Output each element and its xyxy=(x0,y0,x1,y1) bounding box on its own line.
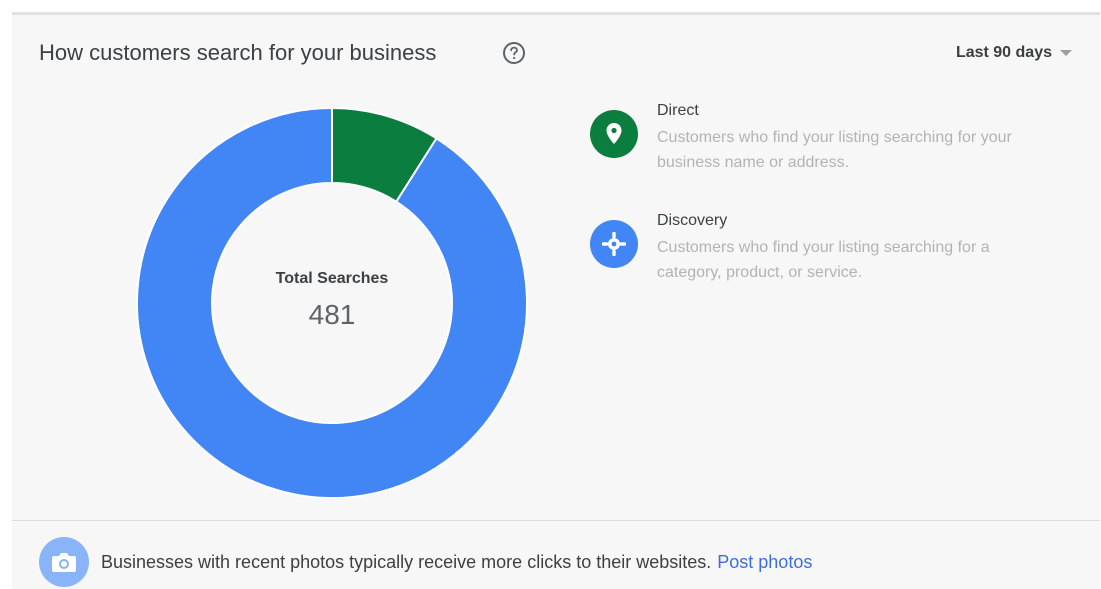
legend-discovery-description: Customers who find your listing searchin… xyxy=(657,239,990,281)
date-range-label: Last 90 days xyxy=(955,44,1052,61)
camera-icon[interactable] xyxy=(39,537,89,587)
legend-direct-name: Direct xyxy=(657,102,699,119)
help-circle-icon[interactable] xyxy=(502,41,526,65)
compass-icon xyxy=(590,220,638,268)
post-photos-link[interactable]: Post photos xyxy=(717,552,812,573)
location-pin-icon xyxy=(590,110,638,158)
search-insights-card: How customers search for your business L… xyxy=(12,12,1100,589)
card-title: How customers search for your business xyxy=(39,40,437,65)
photo-tip-text: Businesses with recent photos typically … xyxy=(101,551,712,572)
legend-direct-description: Customers who find your listing searchin… xyxy=(657,129,1012,171)
legend-discovery-name: Discovery xyxy=(657,212,728,229)
total-searches-value: 481 xyxy=(308,299,356,330)
total-searches-label: Total Searches xyxy=(275,270,389,287)
caret-down-icon xyxy=(1060,50,1072,56)
footer-divider xyxy=(12,520,1100,521)
photo-tip: Businesses with recent photos typically … xyxy=(39,537,812,587)
date-range-select[interactable]: Last 90 days xyxy=(956,44,1072,62)
